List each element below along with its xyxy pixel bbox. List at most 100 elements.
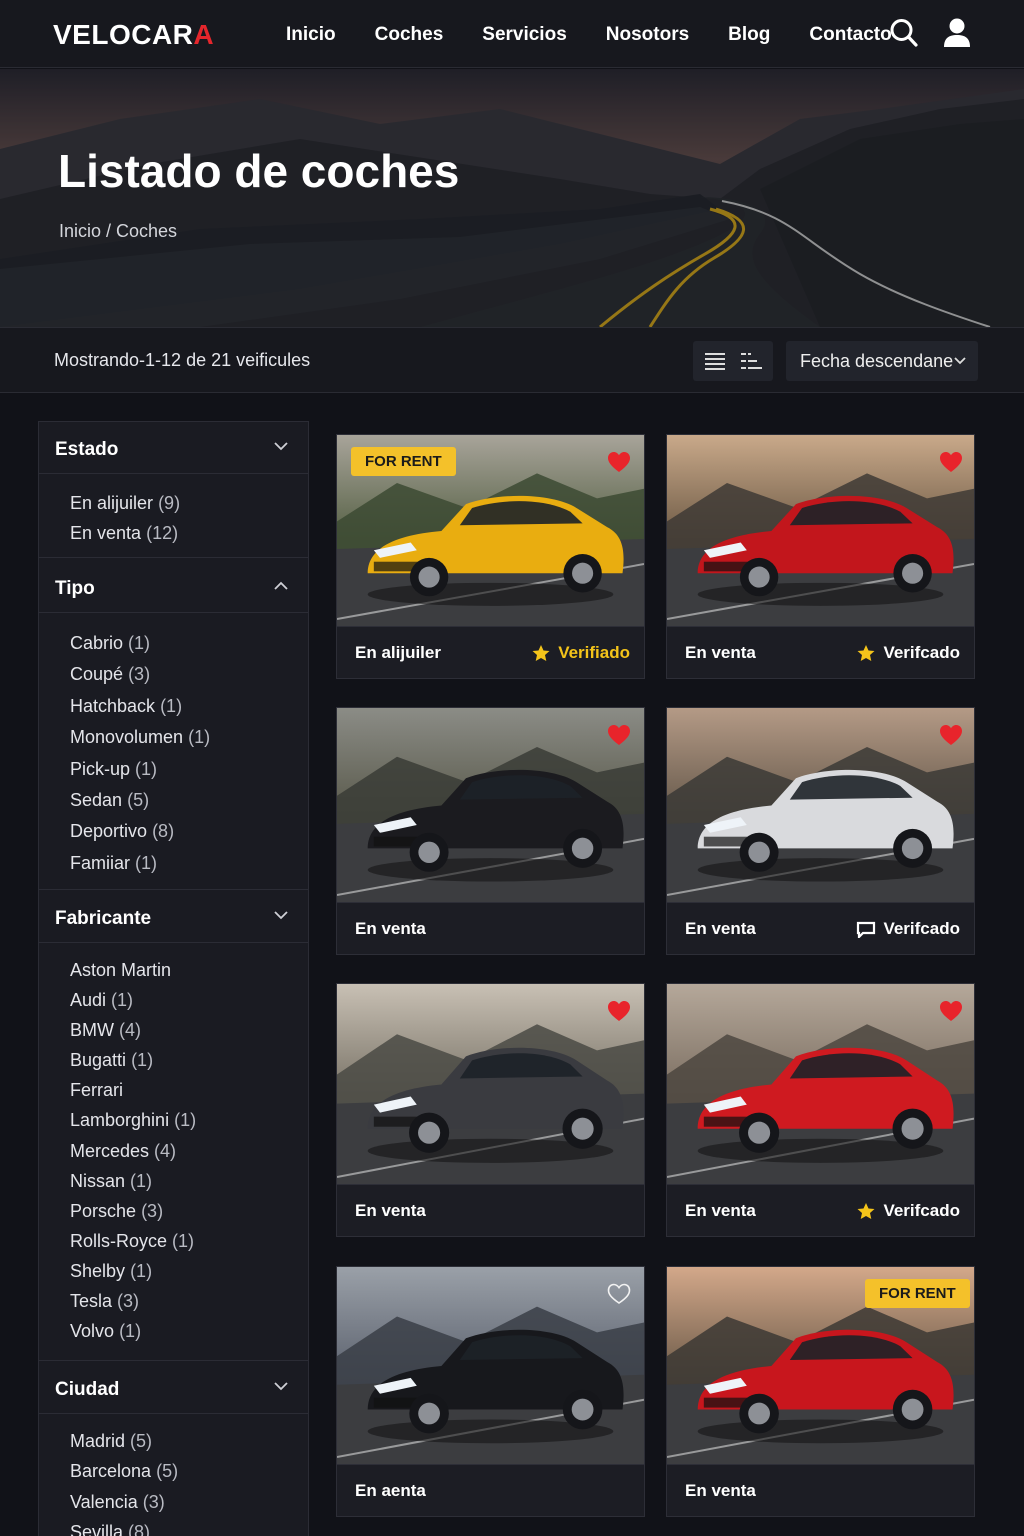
filter-option[interactable]: Nissan (1) <box>70 1166 308 1196</box>
chevron-up-icon <box>274 581 288 590</box>
filter-option[interactable]: Rolls-Royce (1) <box>70 1226 308 1256</box>
filter-option[interactable]: Shelby (1) <box>70 1256 308 1286</box>
filter-option-label: Volvo <box>70 1321 115 1342</box>
view-toggle <box>693 341 773 381</box>
favorite-heart-icon[interactable] <box>607 724 631 746</box>
filter-option-count: (1) <box>131 1050 154 1071</box>
favorite-heart-icon[interactable] <box>607 451 631 473</box>
list-view-icon[interactable] <box>705 352 725 370</box>
filter-option-count: (1) <box>119 1321 142 1342</box>
chevron-down-icon <box>274 442 288 451</box>
filter-fabricante: Fabricante Aston Martin Audi (1) BMW (4) B… <box>39 891 308 1346</box>
filter-option-label: Cabrio <box>70 633 124 653</box>
filter-option[interactable]: BMW (4) <box>70 1015 308 1045</box>
car-card[interactable]: FOR RENT En venta <box>666 1266 975 1517</box>
favorite-heart-icon[interactable] <box>939 451 963 473</box>
favorite-heart-icon[interactable] <box>939 1000 963 1022</box>
filter-option[interactable]: Audi (1) <box>70 985 308 1015</box>
filter-option-label: Audi <box>70 990 107 1011</box>
filter-option[interactable]: En venta (12) <box>70 518 308 548</box>
filter-option[interactable]: Sevilla (8) <box>70 1517 308 1536</box>
filter-option-label: Deportivo <box>70 821 148 842</box>
nav-nosotros[interactable]: Nosotors <box>606 24 689 46</box>
filter-option-label: Tesla <box>70 1291 113 1312</box>
filter-option-count: (1) <box>111 990 134 1011</box>
chevron-down-icon <box>274 911 288 920</box>
filter-option[interactable]: Ferrari <box>70 1075 308 1105</box>
filter-option-count: (9) <box>158 493 181 513</box>
filter-header-tipo[interactable]: Tipo <box>39 561 308 613</box>
car-card[interactable]: En venta Verifcado <box>666 983 975 1237</box>
filter-option[interactable]: Lamborghini (1) <box>70 1105 308 1135</box>
card-footer: En venta Verifcado <box>667 626 974 678</box>
car-card[interactable]: En venta Verifcado <box>666 707 975 955</box>
sort-select[interactable]: Fecha descendane <box>786 341 978 381</box>
car-card[interactable]: FOR RENT En alijuiler Verifiado <box>336 434 645 679</box>
verified-text: Verifiado <box>558 643 630 662</box>
car-card[interactable]: En venta Verifcado <box>666 434 975 679</box>
nav-blog[interactable]: Blog <box>728 24 770 46</box>
listing-status: En venta <box>685 1481 756 1500</box>
filter-option-count: (1) <box>160 695 183 716</box>
verified-text: Verifcado <box>883 1201 960 1220</box>
verified-label: Verifcado <box>856 919 960 939</box>
filter-option[interactable]: Madrid (5) <box>70 1426 308 1456</box>
car-photo <box>337 708 644 903</box>
car-card[interactable]: En venta <box>336 983 645 1237</box>
filter-option[interactable]: Barcelona (5) <box>70 1456 308 1486</box>
filter-option-count: (5) <box>156 1461 179 1482</box>
filter-option-count: (4) <box>154 1140 177 1161</box>
filter-option-label: Shelby <box>70 1260 126 1281</box>
nav-inicio[interactable]: Inicio <box>286 24 336 46</box>
filter-title-ciudad: Ciudad <box>55 1379 120 1400</box>
main-menu: Inicio Coches Servicios Nosotors Blog Co… <box>286 24 931 46</box>
filter-header-estado[interactable]: Estado <box>39 422 308 474</box>
mountain-road-image <box>0 69 1024 327</box>
nav-coches[interactable]: Coches <box>375 24 444 46</box>
favorite-heart-outline-icon[interactable] <box>607 1283 631 1305</box>
listing-status: En alijuiler <box>355 643 441 662</box>
filter-ciudad: Ciudad Madrid (5) Barcelona (5) Valencia (… <box>39 1362 308 1536</box>
filter-option-label: Rolls-Royce <box>70 1230 168 1251</box>
filter-option[interactable]: Hatchback (1) <box>70 691 308 722</box>
car-card[interactable]: En aenta <box>336 1266 645 1517</box>
filter-option[interactable]: Tesla (3) <box>70 1286 308 1316</box>
filter-option[interactable]: Deportivo (8) <box>70 816 308 847</box>
logo[interactable]: VELOCARA <box>53 19 214 51</box>
filter-option[interactable]: En alijuiler (9) <box>70 488 308 518</box>
favorite-heart-icon[interactable] <box>939 724 963 746</box>
nav-servicios[interactable]: Servicios <box>482 24 567 46</box>
verified-text: Verifcado <box>883 919 960 938</box>
filter-option[interactable]: Cabrio (1) <box>70 628 308 659</box>
filter-option[interactable]: Sedan (5) <box>70 785 308 816</box>
filter-option-label: En alijuiler <box>70 493 154 513</box>
verified-badge-icon <box>857 1203 875 1219</box>
filter-option[interactable]: Valencia (3) <box>70 1487 308 1517</box>
car-photo <box>337 984 644 1185</box>
filter-option[interactable]: Bugatti (1) <box>70 1045 308 1075</box>
car-card[interactable]: En venta <box>336 707 645 955</box>
filter-option[interactable]: Monovolumen (1) <box>70 722 308 753</box>
user-icon[interactable] <box>943 17 971 49</box>
favorite-heart-icon[interactable] <box>607 1000 631 1022</box>
filter-header-ciudad[interactable]: Ciudad <box>39 1362 308 1414</box>
filter-option[interactable]: Coupé (3) <box>70 659 308 690</box>
filter-option[interactable]: Famiiar (1) <box>70 848 308 879</box>
filter-option[interactable]: Pick-up (1) <box>70 754 308 785</box>
filter-option-count: (3) <box>141 1200 164 1221</box>
breadcrumb[interactable]: Inicio / Coches <box>59 221 177 242</box>
filter-option-count: (1) <box>188 727 211 748</box>
logo-accent: A <box>193 19 215 50</box>
filter-option[interactable]: Aston Martin <box>70 955 308 985</box>
filter-header-fabricante[interactable]: Fabricante <box>39 891 308 943</box>
filter-option[interactable]: Porsche (3) <box>70 1196 308 1226</box>
filter-sidebar: Estado En alijuiler (9) En venta (12) Tip… <box>38 421 309 1536</box>
nav-contacto[interactable]: Contacto <box>809 24 891 46</box>
filter-option[interactable]: Volvo (1) <box>70 1316 308 1346</box>
page-title: Listado de coches <box>58 145 460 197</box>
filter-option[interactable]: Mercedes (4) <box>70 1136 308 1166</box>
detail-view-icon[interactable] <box>741 352 763 370</box>
filter-option-label: Hatchback <box>70 695 156 716</box>
search-icon[interactable] <box>889 17 919 49</box>
filter-option-count: (1) <box>130 1260 153 1281</box>
